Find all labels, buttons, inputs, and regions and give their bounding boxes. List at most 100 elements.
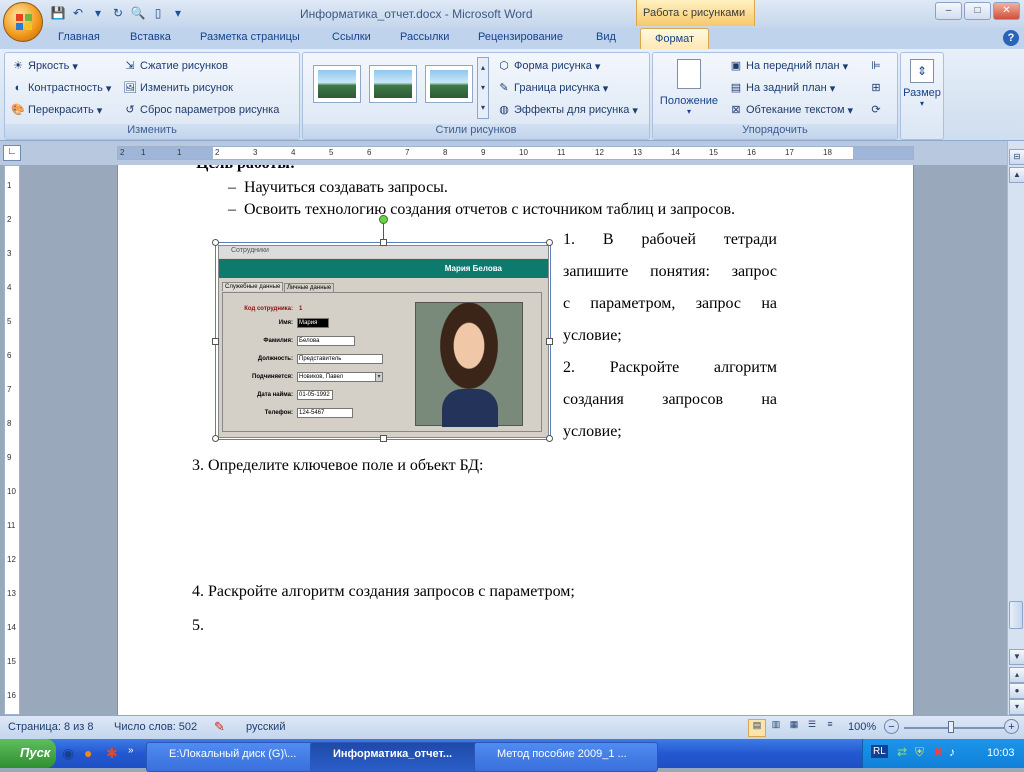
- draft-icon[interactable]: ≡: [822, 719, 838, 735]
- form-field-value: 1: [299, 306, 303, 312]
- help-icon[interactable]: ?: [1003, 30, 1019, 46]
- office-button[interactable]: [3, 2, 43, 42]
- selected-image[interactable]: Сотрудники Мария Белова Служебные данные…: [212, 215, 553, 442]
- close-button[interactable]: ✕: [993, 2, 1020, 20]
- resize-handle[interactable]: [380, 435, 387, 442]
- picture-style-1[interactable]: [313, 65, 361, 103]
- picture-style-2[interactable]: [369, 65, 417, 103]
- tab-home[interactable]: Главная: [58, 31, 100, 43]
- position-button[interactable]: Положение ▾: [659, 57, 719, 119]
- adjust-group: ☀ Яркость ▾ ◐ Контрастность ▾ 🎨 Перекрасить ▾ …: [4, 52, 300, 140]
- tab-view[interactable]: Вид: [596, 31, 616, 43]
- tab-selector-button[interactable]: ∟: [3, 145, 21, 161]
- show-desktop-icon[interactable]: ◉: [62, 745, 74, 762]
- resize-handle[interactable]: [212, 239, 219, 246]
- contrast-button[interactable]: ◐ Контрастность ▾: [11, 81, 112, 95]
- text-wrapping-button[interactable]: ⊠ Обтекание текстом ▾: [729, 103, 853, 117]
- ruler-tick: 5: [329, 148, 334, 157]
- app-launcher-icon[interactable]: ✱: [106, 745, 118, 762]
- rotate-button[interactable]: ⟳: [869, 103, 883, 117]
- zoom-slider[interactable]: [904, 727, 1004, 729]
- scroll-up-button[interactable]: ▲: [1009, 167, 1024, 183]
- maximize-button[interactable]: □: [964, 2, 991, 20]
- resize-handle[interactable]: [546, 239, 553, 246]
- resize-handle[interactable]: [212, 338, 219, 345]
- picture-style-3[interactable]: [425, 65, 473, 103]
- position-icon: [677, 59, 701, 89]
- ruler-tick: 15: [7, 657, 16, 666]
- tab-page-layout[interactable]: Разметка страницы: [200, 31, 300, 43]
- change-picture-button[interactable]: 🖼 Изменить рисунок: [123, 81, 233, 95]
- network-icon[interactable]: ⇄: [897, 745, 907, 759]
- volume-icon[interactable]: ♪: [949, 745, 955, 759]
- dropdown-arrow-icon: ▾: [375, 372, 383, 382]
- tab-review[interactable]: Рецензирование: [478, 31, 563, 43]
- zoom-in-button[interactable]: +: [1004, 719, 1019, 734]
- brightness-button[interactable]: ☀ Яркость ▾: [11, 59, 78, 73]
- quick-launch-more-icon[interactable]: »: [128, 745, 134, 756]
- firefox-icon[interactable]: ●: [84, 745, 92, 761]
- resize-handle[interactable]: [546, 435, 553, 442]
- reset-picture-button[interactable]: ↺ Сброс параметров рисунка: [123, 103, 279, 117]
- zoom-out-button[interactable]: −: [884, 719, 899, 734]
- start-button[interactable]: Пуск: [0, 739, 56, 768]
- scroll-down-button[interactable]: ▼: [1009, 649, 1024, 665]
- bullet-dash: –: [228, 179, 236, 196]
- zoom-slider-thumb[interactable]: [948, 721, 954, 733]
- bring-to-front-button[interactable]: ▣ На передний план ▾: [729, 59, 848, 73]
- zoom-level[interactable]: 100%: [848, 721, 876, 733]
- previous-page-button[interactable]: ▴: [1009, 667, 1024, 683]
- resize-handle[interactable]: [546, 338, 553, 345]
- word: запрос: [695, 295, 742, 312]
- minimize-button[interactable]: ‒: [935, 2, 962, 20]
- redo-icon[interactable]: ↻: [110, 5, 126, 21]
- security-shield-icon[interactable]: ⛨: [915, 745, 924, 760]
- undo-icon[interactable]: ↶: [70, 5, 86, 21]
- resize-handle[interactable]: [380, 239, 387, 246]
- antivirus-icon[interactable]: ✖: [933, 745, 943, 759]
- change-picture-icon: 🖼: [123, 82, 137, 94]
- resize-handle[interactable]: [212, 435, 219, 442]
- save-icon[interactable]: 💾: [50, 5, 66, 21]
- picture-shape-button[interactable]: ⬡ Форма рисунка ▾: [497, 59, 600, 73]
- document-page[interactable]: Цель работы: – Научиться создавать запро…: [117, 165, 914, 715]
- tab-insert[interactable]: Вставка: [130, 31, 171, 43]
- compress-pictures-button[interactable]: ⇲ Сжатие рисунков: [123, 59, 228, 73]
- group-button[interactable]: ⊞: [869, 81, 883, 95]
- size-group[interactable]: ⇕ Размер ▾: [900, 52, 944, 140]
- select-browse-object-button[interactable]: ●: [1009, 683, 1024, 699]
- language-indicator[interactable]: RL: [871, 745, 888, 758]
- ruler-tick: 2: [7, 215, 12, 224]
- styles-gallery-scroll[interactable]: ▴ ▾ ▾: [477, 57, 489, 119]
- align-button[interactable]: ⊫: [869, 59, 883, 73]
- dropdown-arrow-icon[interactable]: ▾: [90, 5, 106, 21]
- ruler-toggle-icon[interactable]: ⊟: [1009, 149, 1024, 165]
- scroll-thumb[interactable]: [1009, 601, 1023, 629]
- full-screen-reading-icon[interactable]: ▥: [768, 719, 784, 735]
- print-layout-icon[interactable]: ▤: [748, 719, 766, 737]
- picture-border-button[interactable]: ✎ Граница рисунка ▾: [497, 81, 608, 95]
- tab-mailings[interactable]: Рассылки: [400, 31, 449, 43]
- picture-effects-button[interactable]: ◍ Эффекты для рисунка ▾: [497, 103, 638, 117]
- tab-references[interactable]: Ссылки: [332, 31, 371, 43]
- web-layout-icon[interactable]: ▦: [786, 719, 802, 735]
- word: с: [563, 295, 571, 312]
- outline-icon[interactable]: ☰: [804, 719, 820, 735]
- proofing-icon[interactable]: ✎: [214, 719, 225, 735]
- word-count[interactable]: Число слов: 502: [114, 721, 197, 733]
- wrapped-text-line: запишите понятия: запрос: [563, 263, 777, 281]
- horizontal-ruler[interactable]: 2 1 1 2 3 4 5 6 7 8 9 10 11 12 13 14 15 16 17 18: [117, 146, 914, 160]
- print-preview-icon[interactable]: 🔍: [130, 5, 146, 21]
- new-document-icon[interactable]: ▯: [150, 5, 166, 21]
- form-field-value: 01-05-1992: [297, 390, 333, 400]
- recolor-button[interactable]: 🎨 Перекрасить ▾: [11, 103, 102, 117]
- form-field-value: Новиков, Павел: [297, 372, 383, 382]
- send-to-back-button[interactable]: ▤ На задний план ▾: [729, 81, 835, 95]
- vertical-scrollbar[interactable]: ⊟ ▲ ▼ ▴ ● ▾: [1007, 141, 1024, 715]
- page-count[interactable]: Страница: 8 из 8: [8, 721, 94, 733]
- rotate-handle[interactable]: [379, 215, 388, 224]
- customize-toolbar-icon[interactable]: ▾: [170, 5, 186, 21]
- vertical-ruler[interactable]: 1 2 3 4 5 6 7 8 9 10 11 12 13 14 15 16: [4, 165, 20, 715]
- next-page-button[interactable]: ▾: [1009, 699, 1024, 715]
- language[interactable]: русский: [246, 721, 285, 733]
